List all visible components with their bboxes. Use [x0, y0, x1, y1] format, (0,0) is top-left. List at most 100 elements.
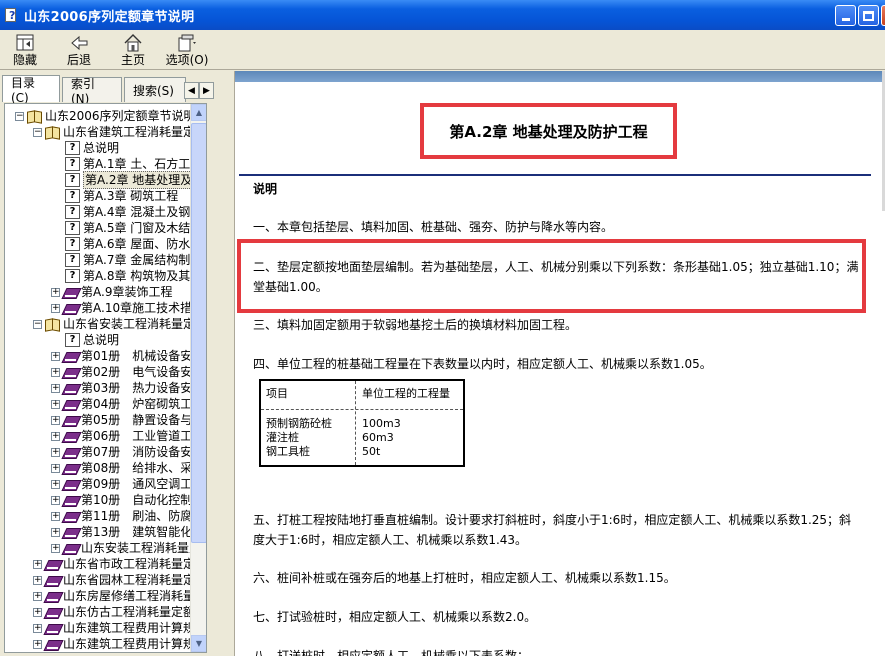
- hide-button[interactable]: 隐藏: [0, 30, 50, 70]
- tree-item[interactable]: ? 总说明: [5, 332, 191, 348]
- tree-item[interactable]: + 山东安装工程消耗量定额附录: [5, 540, 206, 556]
- tree-item[interactable]: + 第11册 刷油、防腐蚀、绝热工程: [5, 508, 206, 524]
- expand-icon[interactable]: +: [51, 384, 60, 393]
- expand-icon[interactable]: +: [51, 352, 60, 361]
- tree-item-label: 山东省市政工程消耗量定额: [63, 557, 207, 571]
- navigation-pane: 目录(C) 索引(N) 搜索(S) ◀ ▶ − 山东2006序列定额章节说明 − 山东…: [0, 71, 225, 656]
- paragraph-2: 二、垫层定额按地面垫层编制。若为基础垫层，人工、机械分别乘以下列系数：条形基础1…: [253, 260, 859, 294]
- pane-splitter[interactable]: [225, 71, 234, 656]
- tree-item[interactable]: + 山东省市政工程消耗量定额: [5, 556, 206, 572]
- tree-item[interactable]: ?第A.2章 地基处理及防护工程: [5, 171, 206, 189]
- tree-scrollbar[interactable]: ▲ ▼: [190, 104, 206, 652]
- expand-icon[interactable]: +: [33, 624, 42, 633]
- tree-item[interactable]: + 第05册 静置设备与工艺金属结构: [5, 412, 206, 428]
- tree-item[interactable]: ? 第A.6章 屋面、防水工程: [5, 236, 206, 252]
- tree-item-label: 第07册 消防设备安装工程: [81, 445, 206, 459]
- tree-item[interactable]: + 第02册 电气设备安装工程: [5, 364, 206, 380]
- tab-scroll-left-button[interactable]: ◀: [184, 82, 199, 99]
- expand-icon[interactable]: +: [51, 448, 60, 457]
- tree-item[interactable]: ?第A.8章 构筑物及其他工程: [5, 268, 206, 284]
- tree-item[interactable]: + 第01册 机械设备安装工程: [5, 348, 206, 364]
- tree-item[interactable]: − 山东省建筑工程消耗量定额: [5, 124, 206, 140]
- expand-icon[interactable]: +: [33, 640, 42, 649]
- help-app-icon: ?: [3, 7, 19, 23]
- expand-icon[interactable]: +: [33, 576, 42, 585]
- tree-item[interactable]: + 山东仿古工程消耗量定额: [5, 604, 195, 620]
- tab-scroll-right-button[interactable]: ▶: [199, 82, 214, 99]
- tree-item-label: 第06册 工业管道工程: [81, 429, 205, 443]
- closed-book-icon: [63, 301, 78, 315]
- scroll-down-button[interactable]: ▼: [191, 635, 206, 652]
- tree-item[interactable]: ?第A.5章 门窗及木结构工程: [5, 220, 206, 236]
- expand-icon[interactable]: +: [51, 496, 60, 505]
- back-arrow-icon: [68, 33, 90, 53]
- tree-item[interactable]: ? 第A.1章 土、石方工程: [5, 156, 202, 172]
- tree-item[interactable]: + 第04册 炉窑砌筑工程: [5, 396, 204, 412]
- collapse-icon[interactable]: −: [15, 112, 24, 121]
- tree-item[interactable]: + 山东房屋修缮工程消耗量定额: [5, 588, 206, 604]
- expand-icon[interactable]: +: [51, 432, 60, 441]
- tree-item[interactable]: + 山东建筑工程费用计算规则: [5, 636, 206, 652]
- expand-icon[interactable]: +: [51, 416, 60, 425]
- scroll-thumb[interactable]: [191, 123, 206, 543]
- tab-search[interactable]: 搜索(S): [124, 77, 186, 102]
- tree-item[interactable]: + 山东建筑工程费用计算规则: [5, 620, 206, 636]
- tree-item[interactable]: ?第A.4章 混凝土及钢筋混凝土工程: [5, 204, 206, 220]
- close-button[interactable]: [881, 5, 885, 26]
- paragraph-3: 三、填料加固定额用于软弱地基挖土后的换填材料加固工程。: [253, 318, 578, 332]
- back-button[interactable]: 后退: [50, 30, 108, 70]
- expand-icon[interactable]: +: [51, 304, 60, 313]
- tree-item-label: 山东建筑工程费用计算规则: [63, 621, 207, 635]
- tree-item-label: 第09册 通风空调工程: [81, 477, 205, 491]
- tree-item-label: 山东省园林工程消耗量定额: [63, 573, 207, 587]
- tab-index[interactable]: 索引(N): [62, 77, 122, 106]
- tree-item[interactable]: − 山东省安装工程消耗量定额: [5, 316, 206, 332]
- expand-icon[interactable]: +: [33, 560, 42, 569]
- contents-tree-panel: − 山东2006序列定额章节说明 − 山东省建筑工程消耗量定额? 总说明? 第A.1章 土…: [4, 103, 207, 653]
- paragraph-5: 五、打桩工程按陆地打垂直桩编制。设计要求打斜桩时，斜度小于1:6时，相应定额人工…: [253, 513, 852, 547]
- tree-item[interactable]: ?第A.7章 金属结构制作工程: [5, 252, 206, 268]
- tree-item-label: 第A.10章施工技术措施项目: [81, 301, 206, 315]
- open-book-icon: [45, 125, 60, 139]
- tab-contents[interactable]: 目录(C): [2, 75, 60, 105]
- closed-book-icon: [45, 637, 60, 651]
- expand-icon[interactable]: +: [51, 464, 60, 473]
- tree-item-label: 第A.6章 屋面、防水工程: [83, 237, 207, 251]
- scroll-up-button[interactable]: ▲: [191, 104, 206, 121]
- minimize-button[interactable]: [835, 5, 856, 26]
- collapse-icon[interactable]: −: [33, 320, 42, 329]
- home-button[interactable]: 主页: [108, 30, 158, 70]
- expand-icon[interactable]: +: [51, 368, 60, 377]
- expand-icon[interactable]: +: [51, 480, 60, 489]
- tree-item[interactable]: − 山东2006序列定额章节说明: [5, 108, 196, 124]
- tree-item[interactable]: + 第08册 给排水、采暖、燃气工程: [5, 460, 206, 476]
- expand-icon[interactable]: +: [33, 592, 42, 601]
- tree-item-label: 第03册 热力设备安装工程: [81, 381, 206, 395]
- expand-icon[interactable]: +: [51, 528, 60, 537]
- tree-item[interactable]: + 第10册 自动化控制仪表安装工程: [5, 492, 206, 508]
- tree-item[interactable]: + 第07册 消防设备安装工程: [5, 444, 206, 460]
- help-topic-icon: ?: [65, 173, 80, 187]
- closed-book-icon: [63, 541, 78, 555]
- tree-item-label: 第A.9章装饰工程: [81, 285, 173, 299]
- expand-icon[interactable]: +: [51, 544, 60, 553]
- tree-item[interactable]: + 第A.9章装饰工程: [5, 284, 191, 300]
- expand-icon[interactable]: +: [51, 512, 60, 521]
- tree-item[interactable]: + 山东省园林工程消耗量定额: [5, 572, 206, 588]
- options-button[interactable]: 选项(O): [158, 30, 216, 70]
- tree-item[interactable]: ? 总说明: [5, 140, 191, 156]
- tree-item-label: 总说明: [83, 141, 120, 155]
- tree-item[interactable]: ? 第A.3章 砌筑工程: [5, 188, 191, 204]
- collapse-icon[interactable]: −: [33, 128, 42, 137]
- tree-item[interactable]: + 第06册 工业管道工程: [5, 428, 204, 444]
- expand-icon[interactable]: +: [33, 608, 42, 617]
- tree-item[interactable]: + 第09册 通风空调工程: [5, 476, 204, 492]
- closed-book-icon: [63, 285, 78, 299]
- expand-icon[interactable]: +: [51, 288, 60, 297]
- maximize-button[interactable]: [858, 5, 879, 26]
- tree-item[interactable]: + 第A.10章施工技术措施项目: [5, 300, 206, 316]
- tree-item[interactable]: + 第03册 热力设备安装工程: [5, 380, 206, 396]
- expand-icon[interactable]: +: [51, 400, 60, 409]
- options-label: 选项(O): [165, 53, 209, 67]
- tree-item[interactable]: + 第13册 建筑智能化系统设备安装工程: [5, 524, 206, 540]
